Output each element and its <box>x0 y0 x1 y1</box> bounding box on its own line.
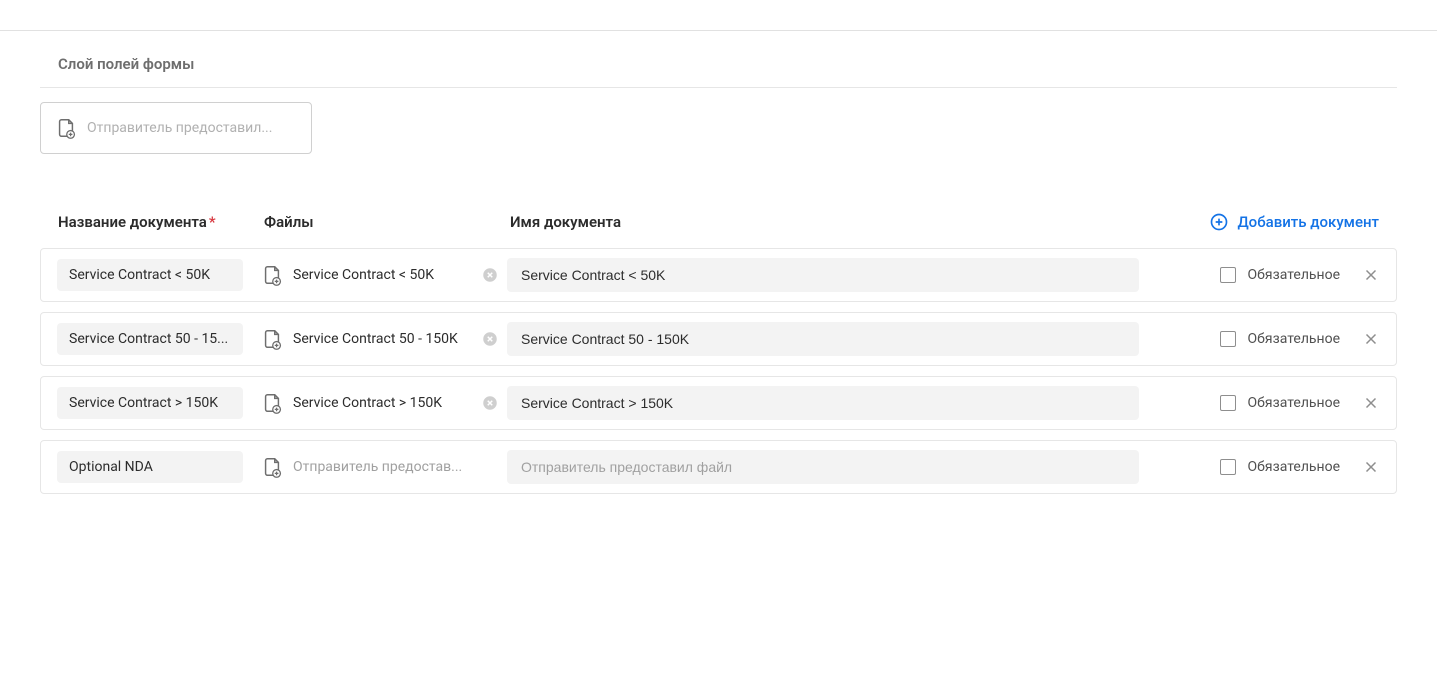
document-row: Optional NDA Отправитель предостав... Об… <box>40 440 1397 494</box>
document-name-input[interactable] <box>507 386 1139 420</box>
remove-row-icon[interactable] <box>1362 394 1380 412</box>
form-layer-dropzone[interactable]: Отправитель предоставил... <box>40 102 312 154</box>
document-add-icon[interactable] <box>261 391 283 415</box>
document-row: Service Contract > 150K Service Contract… <box>40 376 1397 430</box>
document-name-input[interactable] <box>507 450 1139 484</box>
document-name-chip[interactable]: Service Contract 50 - 15... <box>57 323 243 355</box>
column-files: Файлы <box>264 213 510 231</box>
document-add-icon[interactable] <box>261 327 283 351</box>
remove-row-icon[interactable] <box>1362 458 1380 476</box>
document-add-icon <box>55 116 77 140</box>
document-name-input[interactable] <box>507 322 1139 356</box>
document-add-icon[interactable] <box>261 455 283 479</box>
column-name: Название документа* <box>58 213 264 231</box>
remove-row-icon[interactable] <box>1362 330 1380 348</box>
column-docname: Имя документа <box>510 213 1209 231</box>
required-checkbox[interactable] <box>1220 331 1236 347</box>
document-row: Service Contract < 50K Service Contract … <box>40 248 1397 302</box>
remove-row-icon[interactable] <box>1362 266 1380 284</box>
required-label: Обязательное <box>1248 331 1340 347</box>
required-checkbox[interactable] <box>1220 459 1236 475</box>
required-star: * <box>209 213 216 231</box>
table-header: Название документа* Файлы Имя документа … <box>40 212 1397 242</box>
plus-circle-icon <box>1209 212 1229 232</box>
required-label: Обязательное <box>1248 395 1340 411</box>
required-checkbox[interactable] <box>1220 267 1236 283</box>
section-title: Слой полей формы <box>40 31 1397 87</box>
file-label: Отправитель предостав... <box>293 459 471 475</box>
clear-file-icon[interactable] <box>481 266 499 284</box>
document-name-input[interactable] <box>507 258 1139 292</box>
document-name-chip[interactable]: Optional NDA <box>57 451 243 483</box>
clear-file-icon[interactable] <box>481 394 499 412</box>
file-label: Service Contract 50 - 150K <box>293 331 471 347</box>
divider <box>40 87 1397 88</box>
document-name-chip[interactable]: Service Contract < 50K <box>57 259 243 291</box>
document-name-chip[interactable]: Service Contract > 150K <box>57 387 243 419</box>
add-document-button[interactable]: Добавить документ <box>1209 212 1379 232</box>
required-label: Обязательное <box>1248 459 1340 475</box>
file-label: Service Contract < 50K <box>293 267 471 283</box>
document-row: Service Contract 50 - 15... Service Cont… <box>40 312 1397 366</box>
file-label: Service Contract > 150K <box>293 395 471 411</box>
required-checkbox[interactable] <box>1220 395 1236 411</box>
document-add-icon[interactable] <box>261 263 283 287</box>
form-layer-placeholder: Отправитель предоставил... <box>87 120 272 136</box>
clear-file-icon[interactable] <box>481 330 499 348</box>
required-label: Обязательное <box>1248 267 1340 283</box>
